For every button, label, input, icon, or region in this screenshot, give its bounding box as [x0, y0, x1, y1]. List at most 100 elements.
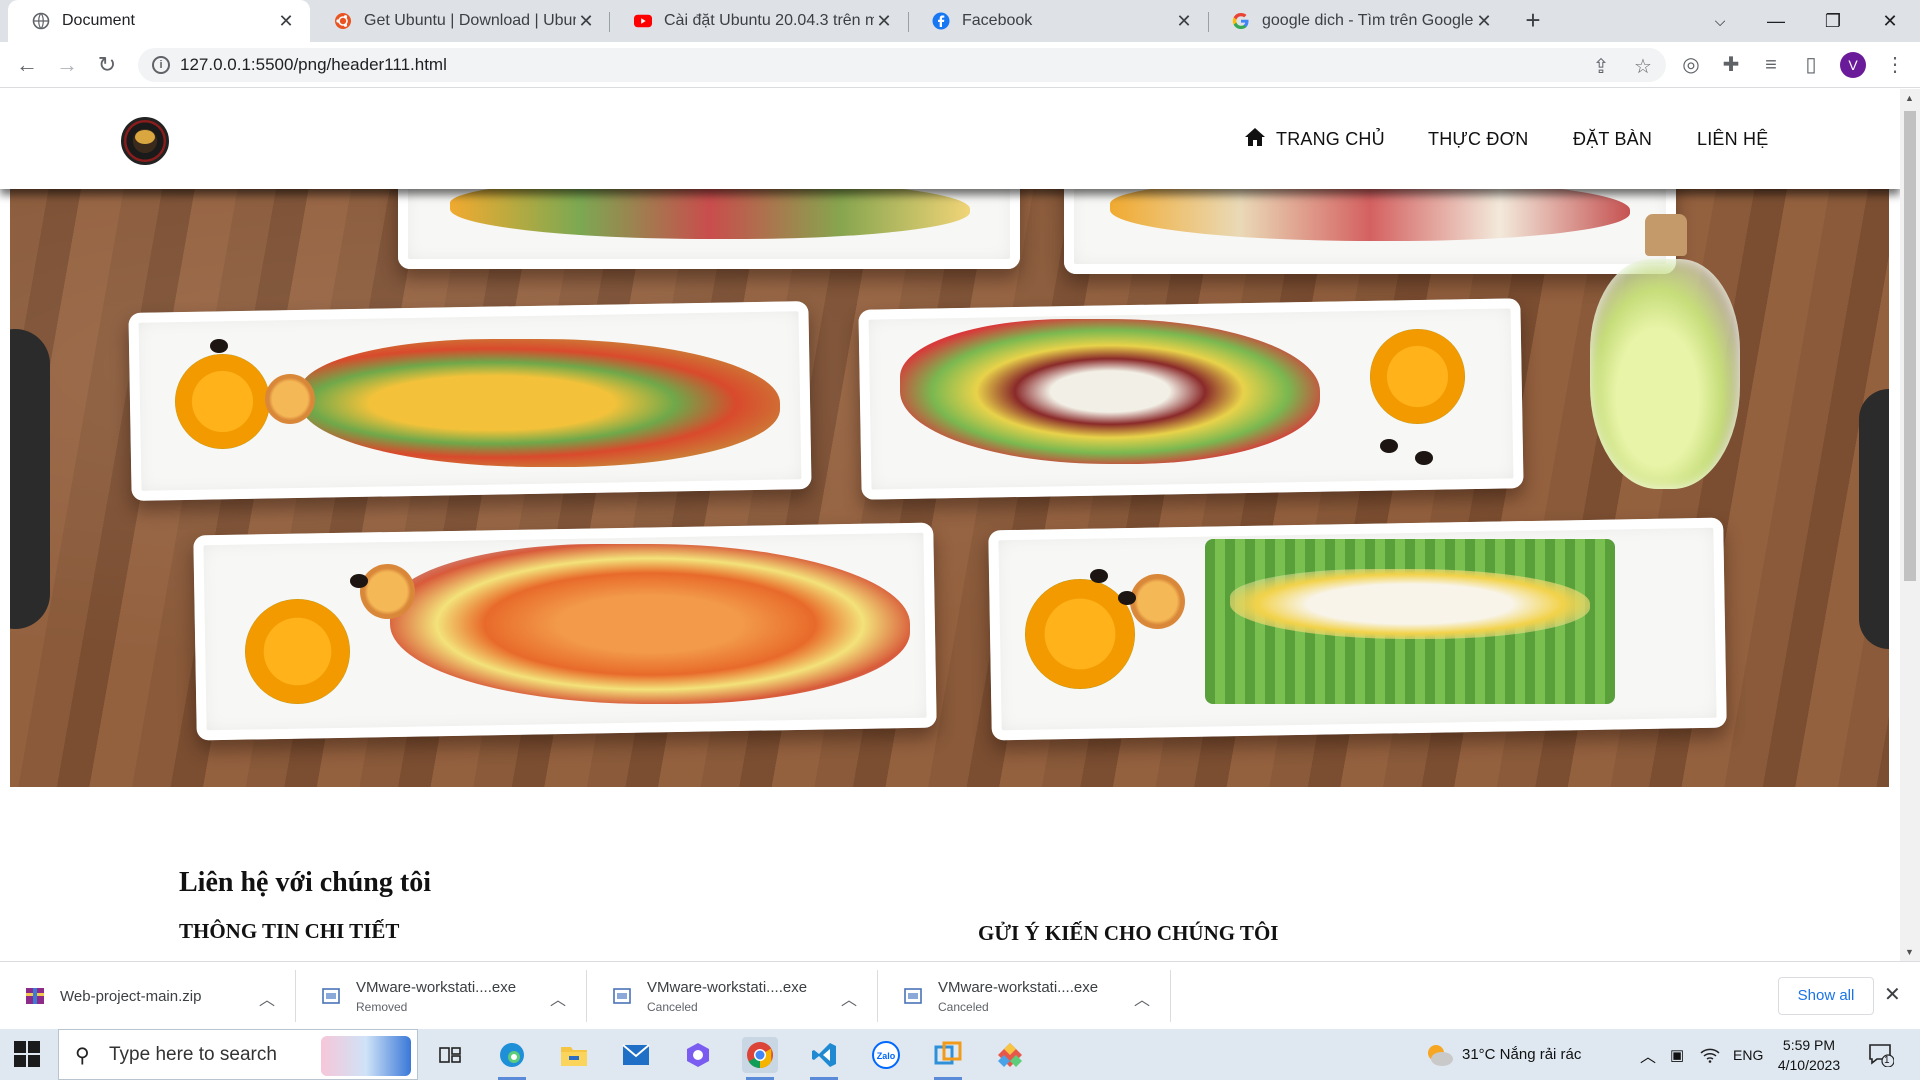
notification-center-icon[interactable]: 1 [1868, 1029, 1894, 1080]
sun-cloud-icon [1428, 1044, 1453, 1066]
vmware-icon[interactable] [930, 1037, 966, 1080]
reload-icon[interactable]: ↻ [92, 50, 122, 80]
scroll-thumb[interactable] [1904, 111, 1916, 581]
clock[interactable]: 5:59 PM 4/10/2023 [1768, 1035, 1850, 1075]
installer-icon [611, 985, 633, 1007]
copilot-icon[interactable] [680, 1037, 716, 1073]
svg-text:Zalo: Zalo [877, 1051, 896, 1061]
facebook-icon [932, 12, 950, 30]
minimize-icon[interactable]: — [1756, 6, 1796, 36]
show-hidden-icons-chevron[interactable]: ︿ [1640, 1029, 1656, 1080]
windows-taskbar: ⚲ Type here to search Zalo 31°C Nắng rải… [0, 1029, 1920, 1080]
download-name: VMware-workstati....exe [647, 978, 808, 996]
file-explorer-icon[interactable] [556, 1037, 592, 1073]
download-item[interactable]: VMware-workstati....exe Canceled ︿ [587, 962, 877, 1030]
chrome-icon[interactable] [742, 1037, 778, 1080]
vscode-icon[interactable] [806, 1037, 842, 1080]
tab-google[interactable]: google dich - Tìm trên Google ✕ [1208, 0, 1508, 42]
profile-avatar[interactable]: V [1840, 52, 1866, 78]
task-view-icon[interactable] [432, 1037, 468, 1073]
download-options-chevron-icon[interactable]: ︿ [259, 986, 275, 1010]
nav-contact[interactable]: LIÊN HỆ [1697, 89, 1768, 189]
device-icon[interactable]: ▣ [1670, 1029, 1684, 1080]
nav-menu[interactable]: THỰC ĐƠN [1428, 89, 1528, 189]
download-name: VMware-workstati....exe [938, 978, 1099, 996]
search-icon: ⚲ [75, 1045, 90, 1067]
download-status: Canceled [647, 999, 698, 1014]
restaurant-logo[interactable] [121, 117, 169, 165]
tab-document[interactable]: Document ✕ [8, 0, 310, 42]
scroll-up-icon[interactable]: ▲ [1905, 93, 1914, 103]
nav-booking[interactable]: ĐẶT BÀN [1573, 89, 1652, 189]
tab-search-chevron-icon[interactable]: ⌵ [1700, 6, 1740, 36]
clock-time: 5:59 PM [1782, 1037, 1836, 1053]
site-info-icon[interactable]: i [152, 56, 170, 74]
download-item[interactable]: Web-project-main.zip ︿ [0, 962, 295, 1030]
download-shelf: Web-project-main.zip ︿ VMware-workstati.… [0, 961, 1920, 1029]
youtube-icon [634, 12, 652, 30]
media-queue-icon[interactable]: ≡ [1756, 50, 1786, 80]
close-tab-icon[interactable]: ✕ [1174, 11, 1194, 32]
language-indicator[interactable]: ENG [1733, 1029, 1763, 1080]
nav-home-label: TRANG CHỦ [1276, 128, 1385, 149]
extensions-puzzle-icon[interactable]: ✚ [1716, 50, 1746, 80]
tab-title: Cài đặt Ubuntu 20.04.3 trên máy [664, 12, 874, 29]
home-icon [1244, 127, 1266, 152]
forward-arrow-icon[interactable]: → [52, 50, 82, 80]
url-text: 127.0.0.1:5500/png/header111.html [180, 55, 447, 74]
share-icon[interactable]: ⇪ [1586, 52, 1616, 82]
download-options-chevron-icon[interactable]: ︿ [550, 986, 566, 1010]
download-status: Removed [356, 999, 408, 1014]
tab-strip: Document ✕ Get Ubuntu | Download | Ubunt… [0, 0, 1920, 42]
tab-facebook[interactable]: Facebook ✕ [908, 0, 1208, 42]
show-all-downloads-button[interactable]: Show all [1778, 977, 1874, 1015]
download-name: VMware-workstati....exe [356, 978, 517, 996]
tab-title: Document [62, 12, 135, 29]
app-diamond-icon[interactable] [992, 1037, 1028, 1073]
mail-icon[interactable] [618, 1037, 654, 1073]
close-tab-icon[interactable]: ✕ [874, 11, 894, 32]
tab-youtube[interactable]: Cài đặt Ubuntu 20.04.3 trên máy ✕ [610, 0, 908, 42]
download-options-chevron-icon[interactable]: ︿ [841, 986, 857, 1010]
scroll-down-icon[interactable]: ▼ [1905, 947, 1914, 957]
side-panel-icon[interactable]: ▯ [1796, 50, 1826, 80]
restore-icon[interactable]: ❐ [1813, 6, 1853, 36]
download-item[interactable]: VMware-workstati....exe Removed ︿ [296, 962, 586, 1030]
zalo-icon[interactable]: Zalo [868, 1037, 904, 1073]
nav-home[interactable]: TRANG CHỦ [1244, 89, 1385, 189]
download-options-chevron-icon[interactable]: ︿ [1134, 986, 1150, 1010]
browser-toolbar: ← → ↻ i 127.0.0.1:5500/png/header111.htm… [0, 42, 1920, 88]
installer-icon [902, 985, 924, 1007]
close-tab-icon[interactable]: ✕ [576, 11, 596, 32]
close-window-icon[interactable]: ✕ [1870, 6, 1910, 36]
archive-icon [24, 985, 46, 1007]
search-placeholder: Type here to search [109, 1043, 277, 1065]
windows-start-icon[interactable] [14, 1041, 40, 1067]
download-name: Web-project-main.zip [60, 987, 202, 1005]
bookmark-star-icon[interactable]: ☆ [1628, 52, 1658, 82]
more-menu-icon[interactable]: ⋮ [1880, 50, 1910, 80]
page-scrollbar[interactable]: ▲ ▼ [1900, 89, 1920, 961]
contact-title: Liên hệ với chúng tôi [179, 867, 431, 898]
taskbar-search-input[interactable]: ⚲ Type here to search [58, 1029, 418, 1080]
hero-food-image [10, 189, 1889, 787]
page-viewport: TRANG CHỦ THỰC ĐƠN ĐẶT BÀN LIÊN HỆ Liên … [0, 89, 1900, 961]
close-tab-icon[interactable]: ✕ [276, 11, 296, 32]
site-header: TRANG CHỦ THỰC ĐƠN ĐẶT BÀN LIÊN HỆ [0, 89, 1900, 189]
oil-bottle [1590, 259, 1740, 489]
tab-ubuntu[interactable]: Get Ubuntu | Download | Ubuntu ✕ [310, 0, 610, 42]
back-arrow-icon[interactable]: ← [12, 50, 42, 80]
globe-icon [32, 12, 50, 30]
download-status: Canceled [938, 999, 989, 1014]
weather-widget[interactable]: 31°C Nắng rải rác [1424, 1029, 1581, 1080]
wifi-icon[interactable] [1700, 1029, 1720, 1080]
new-tab-plus-icon[interactable]: + [1518, 6, 1548, 36]
address-bar[interactable]: i 127.0.0.1:5500/png/header111.html [138, 48, 1666, 82]
edge-icon[interactable] [494, 1037, 530, 1080]
extension-compass-icon[interactable]: ◎ [1676, 50, 1706, 80]
close-tab-icon[interactable]: ✕ [1474, 11, 1494, 32]
download-item[interactable]: VMware-workstati....exe Canceled ︿ [878, 962, 1170, 1030]
tab-title: Facebook [962, 12, 1033, 29]
close-shelf-icon[interactable]: ✕ [1884, 982, 1901, 1007]
clock-date: 4/10/2023 [1777, 1057, 1841, 1073]
